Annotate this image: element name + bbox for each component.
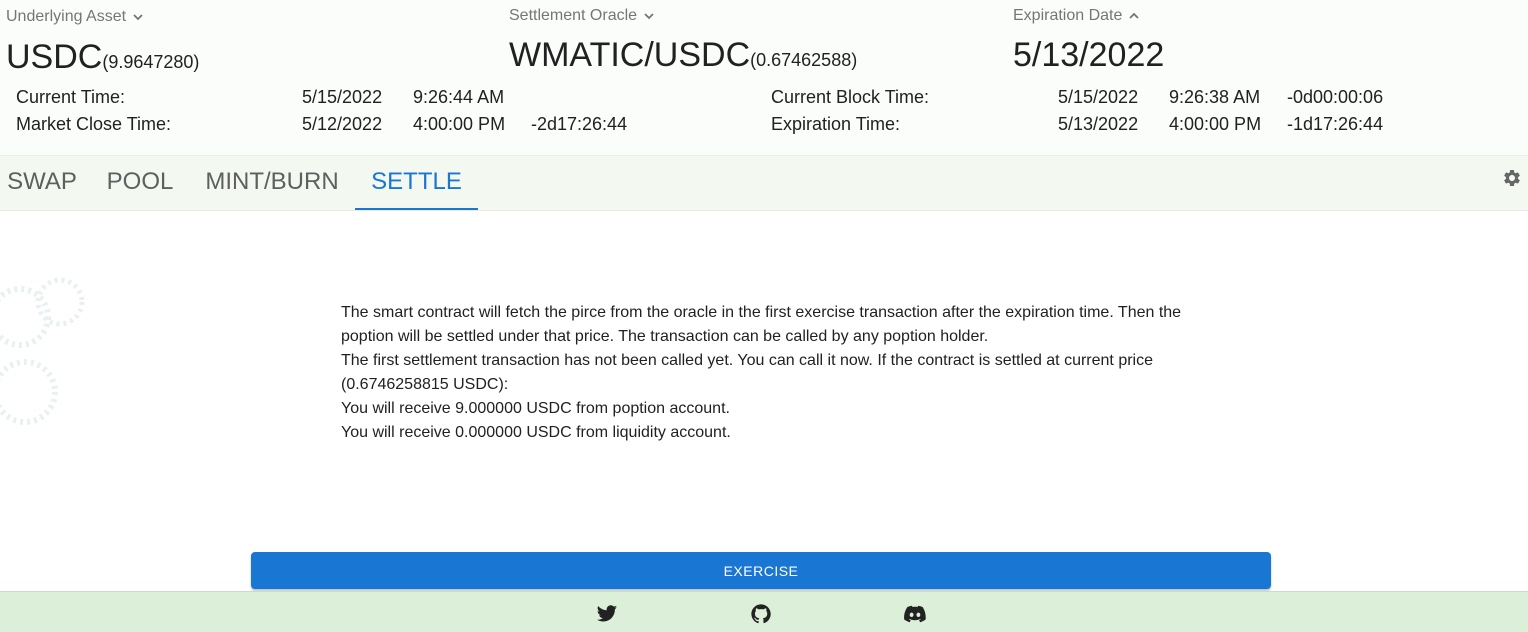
underlying-price: (9.9647280): [102, 52, 200, 72]
tab-settle[interactable]: SETTLE: [355, 156, 478, 210]
oracle-pair: WMATIC/USDC: [509, 36, 751, 74]
expiration-time-clock: 4:00:00 PM: [1169, 114, 1262, 134]
chevron-down-icon: [133, 14, 143, 21]
oracle-price: (0.67462588): [750, 50, 858, 70]
github-icon[interactable]: [750, 603, 772, 625]
market-close-delta: -2d17:26:44: [531, 114, 628, 134]
current-time-clock: 9:26:44 AM: [413, 87, 505, 107]
market-close-label: Market Close Time:: [16, 114, 172, 134]
expiration-date-value: 5/13/2022: [1013, 36, 1165, 74]
current-block-label: Current Block Time:: [771, 87, 930, 107]
expiration-time-date: 5/13/2022: [1058, 114, 1139, 134]
market-close-date: 5/12/2022: [302, 114, 383, 134]
exercise-button[interactable]: EXERCISE: [251, 552, 1271, 589]
settlement-oracle-label: Settlement Oracle: [509, 7, 638, 24]
settle-explanation: The smart contract will fetch the pirce …: [341, 304, 1182, 345]
tab-pool[interactable]: POOL: [94, 156, 186, 210]
settlement-oracle-value: WMATIC/USDC(0.67462588): [509, 36, 857, 75]
tab-bar: SWAP POOL MINT/BURN SETTLE: [0, 156, 1528, 211]
chevron-down-icon: [644, 13, 654, 20]
footer: [0, 591, 1528, 632]
underlying-asset-label: Underlying Asset: [6, 8, 127, 25]
current-block-delta: -0d00:00:06: [1287, 87, 1384, 107]
expiration-date-selector[interactable]: Expiration Date: [1013, 7, 1141, 25]
twitter-icon[interactable]: [596, 603, 618, 625]
liquidity-receive-amount: You will receive 0.000000 USDC from liqu…: [341, 424, 731, 441]
tab-mint-burn[interactable]: MINT/BURN: [196, 156, 348, 210]
header-panel: Underlying Asset USDC(9.9647280) Settlem…: [0, 0, 1528, 156]
settle-status: The first settlement transaction has not…: [341, 352, 1153, 393]
expiration-time-delta: -1d17:26:44: [1287, 114, 1384, 134]
current-time-label: Current Time:: [16, 87, 126, 107]
current-block-date: 5/15/2022: [1058, 87, 1139, 107]
settlement-oracle-selector[interactable]: Settlement Oracle: [509, 7, 656, 25]
current-time-date: 5/15/2022: [302, 87, 383, 107]
chevron-up-icon: [1129, 12, 1140, 19]
current-block-clock: 9:26:38 AM: [1169, 87, 1261, 107]
poption-receive-amount: You will receive 9.000000 USDC from popt…: [341, 400, 730, 417]
market-close-clock: 4:00:00 PM: [413, 114, 506, 134]
background-pattern-decoration: [0, 277, 85, 425]
expiration-time-label: Expiration Time:: [771, 114, 901, 134]
underlying-symbol: USDC: [6, 38, 103, 76]
underlying-asset-selector[interactable]: Underlying Asset: [6, 8, 145, 26]
tab-swap[interactable]: SWAP: [0, 156, 84, 210]
gear-icon[interactable]: [1502, 168, 1522, 188]
settle-description: The smart contract will fetch the pirce …: [341, 301, 1191, 445]
discord-icon[interactable]: [904, 603, 926, 625]
underlying-asset-value: USDC(9.9647280): [6, 38, 199, 77]
expiration-date-label: Expiration Date: [1013, 7, 1123, 24]
